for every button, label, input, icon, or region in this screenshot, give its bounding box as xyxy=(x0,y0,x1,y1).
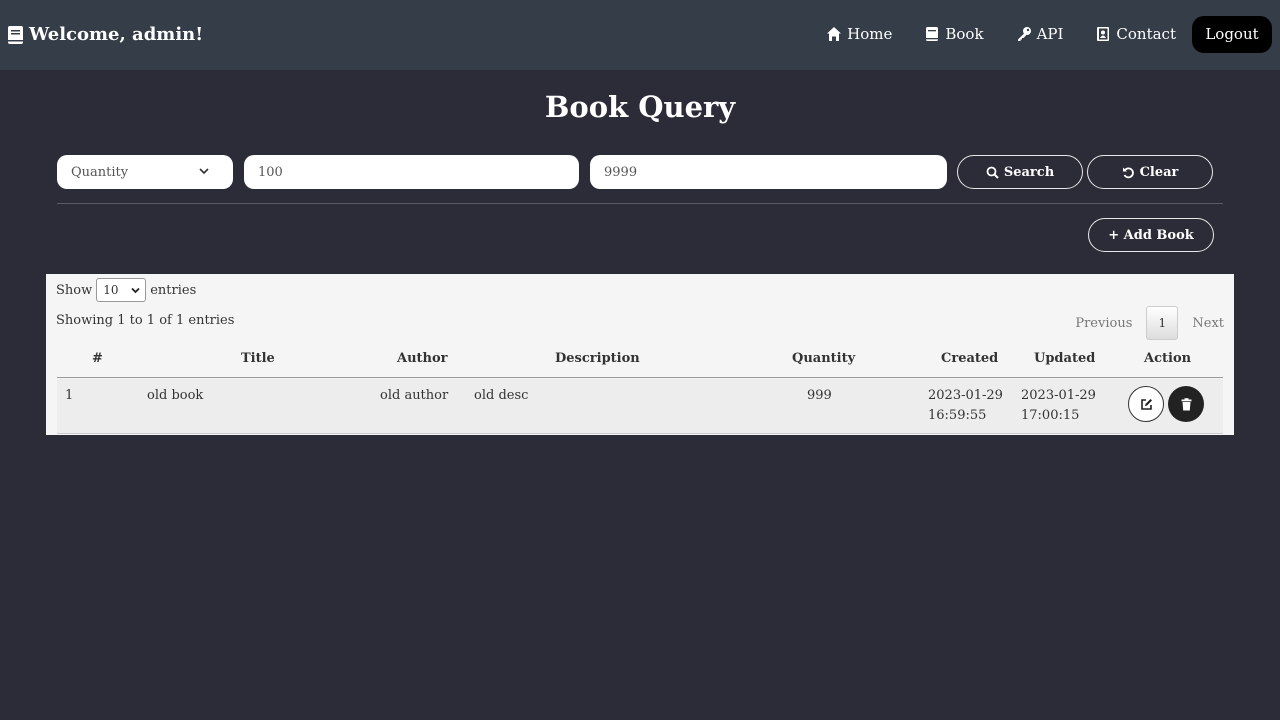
cell-author: old author xyxy=(380,388,449,403)
table-info: Showing 1 to 1 of 1 entries xyxy=(56,313,235,328)
page-button-1[interactable]: 1 xyxy=(1146,306,1179,340)
previous-button[interactable]: Previous xyxy=(1075,316,1132,331)
field-select-value: Quantity xyxy=(71,164,129,180)
nav-book-label: Book xyxy=(945,25,984,43)
table-header: # Title Author Description Quantity Crea… xyxy=(57,342,1223,378)
contact-icon xyxy=(1097,27,1110,41)
field-select[interactable]: Quantity xyxy=(57,155,233,189)
cell-description: old desc xyxy=(474,388,529,403)
search-button-label: Search xyxy=(1003,164,1055,180)
pagination: Previous 1 Next xyxy=(1075,306,1224,340)
header-created[interactable]: Created xyxy=(941,351,998,366)
brand-text: Welcome, admin! xyxy=(29,24,204,45)
clear-button-label: Clear xyxy=(1139,164,1179,180)
search-button[interactable]: Search xyxy=(957,155,1083,189)
header-author[interactable]: Author xyxy=(397,351,448,366)
undo-icon xyxy=(1122,166,1134,178)
divider xyxy=(57,203,1223,204)
delete-button[interactable] xyxy=(1168,386,1204,422)
header-quantity[interactable]: Quantity xyxy=(792,351,855,366)
cell-updated: 2023-01-29 17:00:15 xyxy=(1021,386,1096,426)
show-label: Show xyxy=(56,282,93,298)
home-icon xyxy=(827,27,842,41)
book-icon xyxy=(926,27,939,41)
entries-label: entries xyxy=(150,282,197,298)
trash-icon xyxy=(1181,397,1191,410)
chevron-down-icon xyxy=(199,168,209,175)
table-row: 1 old book old author old desc 999 2023-… xyxy=(57,379,1223,434)
nav-home-label: Home xyxy=(847,25,893,43)
edit-button[interactable] xyxy=(1128,386,1164,422)
min-value-input[interactable] xyxy=(244,155,579,189)
header-action: Action xyxy=(1144,351,1192,366)
cell-created-time: 16:59:55 xyxy=(928,408,987,423)
books-table-panel: Show 10 entries Showing 1 to 1 of 1 entr… xyxy=(46,274,1234,435)
next-button[interactable]: Next xyxy=(1192,316,1224,331)
search-icon xyxy=(986,166,999,179)
page-size-control: Show 10 entries xyxy=(56,278,196,302)
nav-contact-label: Contact xyxy=(1116,25,1176,43)
nav-api-label: API xyxy=(1036,25,1064,43)
cell-created: 2023-01-29 16:59:55 xyxy=(928,386,1003,426)
cell-title: old book xyxy=(147,388,204,403)
nav-links: Home Book API Contact Logout xyxy=(794,15,1272,53)
nav-api[interactable]: API xyxy=(1016,25,1064,43)
nav-contact[interactable]: Contact xyxy=(1095,25,1176,43)
cell-quantity: 999 xyxy=(807,388,832,403)
brand: Welcome, admin! xyxy=(8,24,203,45)
edit-icon xyxy=(1140,398,1152,410)
page-size-select[interactable]: 10 xyxy=(96,278,147,302)
cell-created-date: 2023-01-29 xyxy=(928,388,1003,403)
cell-number: 1 xyxy=(65,388,74,403)
page-title: Book Query xyxy=(544,90,736,124)
nav-book[interactable]: Book xyxy=(924,25,984,43)
max-value-input[interactable] xyxy=(590,155,947,189)
nav-home[interactable]: Home xyxy=(826,25,892,43)
clear-button[interactable]: Clear xyxy=(1087,155,1213,189)
header-title[interactable]: Title xyxy=(241,351,275,366)
cell-updated-time: 17:00:15 xyxy=(1021,408,1080,423)
book-icon xyxy=(8,25,23,44)
page-size-value: 10 xyxy=(103,283,119,297)
navbar: Welcome, admin! Home Book API Contact Lo… xyxy=(0,0,1280,70)
header-number[interactable]: # xyxy=(92,351,103,366)
header-updated[interactable]: Updated xyxy=(1034,351,1095,366)
cell-updated-date: 2023-01-29 xyxy=(1021,388,1096,403)
chevron-down-icon xyxy=(131,287,140,294)
header-description[interactable]: Description xyxy=(555,351,640,366)
add-book-button[interactable]: + Add Book xyxy=(1088,218,1214,252)
key-icon xyxy=(1017,27,1031,41)
logout-button[interactable]: Logout xyxy=(1192,15,1272,53)
